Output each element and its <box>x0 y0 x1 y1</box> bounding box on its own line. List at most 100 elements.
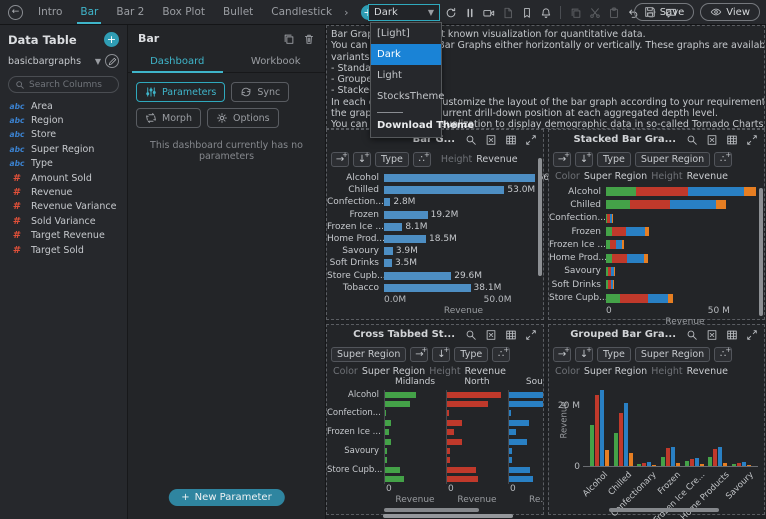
bell-icon[interactable] <box>539 6 552 20</box>
bar-segment[interactable] <box>626 227 645 236</box>
bar-segment[interactable] <box>716 200 725 209</box>
bar-segment[interactable] <box>612 227 626 236</box>
export-icon[interactable] <box>485 329 497 341</box>
field-chip-super-region[interactable]: Super Region <box>331 347 406 362</box>
bar[interactable] <box>384 211 428 219</box>
panel-hscrollbar[interactable] <box>384 508 479 512</box>
export-icon[interactable] <box>706 134 718 146</box>
save-button[interactable]: Save <box>634 3 695 21</box>
add-data-table-button[interactable]: + <box>104 32 119 47</box>
arrow-down-chip-icon[interactable]: ↓+ <box>575 347 593 362</box>
table-name[interactable]: basicbargraphs <box>8 56 91 67</box>
duplicate-icon[interactable] <box>283 33 295 45</box>
sheet-tab-box-plot[interactable]: Box Plot <box>153 0 214 24</box>
bar[interactable] <box>671 447 675 466</box>
column-item-target-revenue[interactable]: #Target Revenue <box>0 229 127 243</box>
bar[interactable] <box>447 429 454 435</box>
bar-segment[interactable] <box>668 294 673 303</box>
bar[interactable] <box>385 439 391 445</box>
maximize-icon[interactable] <box>525 134 537 146</box>
bar[interactable] <box>384 284 471 292</box>
bar[interactable] <box>737 463 741 466</box>
bar[interactable] <box>509 392 543 398</box>
bar-segment[interactable] <box>614 267 615 276</box>
bar-segment[interactable] <box>627 254 644 263</box>
trash-icon[interactable] <box>303 33 315 45</box>
bar[interactable] <box>509 410 511 416</box>
bar[interactable] <box>447 439 462 445</box>
bar[interactable] <box>695 458 699 466</box>
arrow-right-chip-icon[interactable]: →+ <box>553 152 571 167</box>
panel-hscrollbar[interactable] <box>609 508 719 512</box>
bar-chart-widget[interactable]: Bar G...→+↓+Type∴+HeightRevenueAlcohol66… <box>326 129 544 320</box>
column-item-super-region[interactable]: abcSuper Region <box>0 142 127 156</box>
binding-value[interactable]: Revenue <box>687 366 728 377</box>
column-item-revenue-variance[interactable]: #Revenue Variance <box>0 200 127 214</box>
bar[interactable] <box>742 462 746 466</box>
pause-icon[interactable] <box>463 6 476 20</box>
bookmark-icon[interactable] <box>520 6 533 20</box>
bar[interactable] <box>676 463 680 466</box>
theme-dropdown[interactable]: Dark ▼ <box>368 4 440 21</box>
sheet-tab-bar[interactable]: Bar <box>71 0 107 24</box>
arrow-down-chip-icon[interactable]: ↓+ <box>432 347 450 362</box>
bar[interactable] <box>661 457 665 466</box>
bar[interactable] <box>614 433 618 466</box>
theme-menu-item-stockstheme[interactable]: StocksTheme <box>371 86 441 107</box>
theme-menu-item-light[interactable]: Light <box>371 65 441 86</box>
binding-value[interactable]: Revenue <box>687 171 728 182</box>
search-columns-input[interactable] <box>29 80 112 90</box>
bar[interactable] <box>590 425 594 466</box>
bar-segment[interactable] <box>744 187 756 196</box>
arrow-right-chip-icon[interactable]: →+ <box>410 347 428 362</box>
zoom-icon[interactable] <box>465 329 477 341</box>
bar[interactable] <box>647 462 651 466</box>
bar[interactable] <box>509 401 543 407</box>
edit-table-button[interactable] <box>105 54 119 68</box>
column-item-type[interactable]: abcType <box>0 157 127 171</box>
refresh-icon[interactable] <box>444 6 457 20</box>
sheet-tab-bullet[interactable]: Bullet <box>214 0 262 24</box>
binding-value[interactable]: Super Region <box>584 171 647 182</box>
bar[interactable] <box>447 476 478 482</box>
scatter-chip-icon[interactable]: ∴+ <box>413 152 431 167</box>
bar[interactable] <box>385 429 389 435</box>
bar[interactable] <box>447 401 488 407</box>
bar[interactable] <box>385 420 391 426</box>
bar[interactable] <box>509 439 527 445</box>
arrow-down-chip-icon[interactable]: ↓+ <box>353 152 371 167</box>
bar[interactable] <box>385 467 400 473</box>
table-view-icon[interactable] <box>505 134 517 146</box>
bar[interactable] <box>690 459 694 466</box>
theme-menu-item-light[interactable]: [Light] <box>371 23 441 44</box>
table-view-icon[interactable] <box>726 134 738 146</box>
zoom-icon[interactable] <box>686 134 698 146</box>
bar-segment[interactable] <box>645 227 649 236</box>
bar[interactable] <box>385 457 387 463</box>
maximize-icon[interactable] <box>746 134 758 146</box>
binding-value[interactable]: Super Region <box>584 366 647 377</box>
export-icon[interactable] <box>706 329 718 341</box>
zoom-icon[interactable] <box>686 329 698 341</box>
table-view-icon[interactable] <box>505 329 517 341</box>
grouped-bar-chart-widget[interactable]: Grouped Bar Gra...→+↓+TypeSuper Region∴+… <box>548 324 765 515</box>
bar[interactable] <box>385 401 410 407</box>
bar[interactable] <box>619 413 623 466</box>
sync-button[interactable]: Sync <box>231 82 289 102</box>
arrow-right-chip-icon[interactable]: →+ <box>331 152 349 167</box>
column-item-sold-variance[interactable]: #Sold Variance <box>0 214 127 228</box>
bar[interactable] <box>447 467 476 473</box>
panel-vscrollbar[interactable] <box>538 158 542 276</box>
export-icon[interactable] <box>485 134 497 146</box>
bar[interactable] <box>384 247 393 255</box>
bar[interactable] <box>629 453 633 466</box>
bar[interactable] <box>384 198 390 206</box>
bar[interactable] <box>713 449 717 466</box>
camera-icon[interactable] <box>482 6 495 20</box>
bar[interactable] <box>509 420 529 426</box>
cross-tabbed-chart-widget[interactable]: Cross Tabbed St...Super Region→+↓+Type∴+… <box>326 324 544 515</box>
bar[interactable] <box>509 467 530 473</box>
scatter-chip-icon[interactable]: ∴+ <box>714 152 732 167</box>
binding-value[interactable]: Revenue <box>465 366 506 377</box>
bar[interactable] <box>385 392 416 398</box>
